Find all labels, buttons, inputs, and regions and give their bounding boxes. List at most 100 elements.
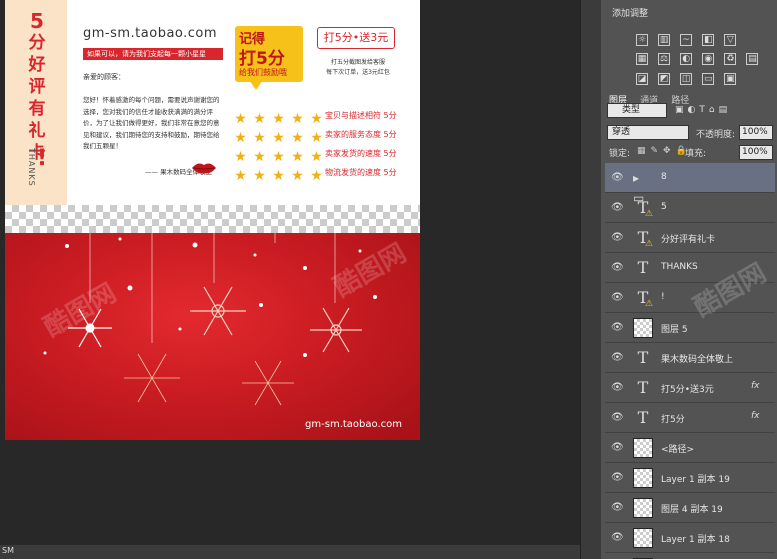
photo-filter-icon[interactable]: ◉ — [702, 53, 715, 65]
layer-row[interactable]: 👁 T 果木数码全体敬上 — [605, 343, 775, 373]
layer-row[interactable]: 👁 图层 5 — [605, 313, 775, 343]
visibility-eye-icon[interactable]: 👁 — [611, 502, 624, 513]
layer-name[interactable]: 打5分•送3元 — [661, 382, 714, 395]
fx-icon[interactable]: fx — [751, 411, 760, 421]
filter-type-select[interactable]: 类型 — [607, 103, 667, 118]
invert-icon[interactable]: ◪ — [636, 73, 648, 85]
visibility-eye-icon[interactable]: 👁 — [611, 442, 624, 453]
layer-name[interactable]: <路径> — [661, 442, 694, 455]
star-icon: ★ — [234, 168, 247, 184]
layer-name[interactable]: 图层 4 副本 19 — [661, 502, 723, 515]
body-text: 您好！怀着感激的每个问题，需要说声谢谢您的选择，您对我们的信任才能收获满满的满分… — [83, 96, 220, 150]
text-layer-icon: T — [637, 258, 649, 277]
visibility-eye-icon[interactable]: 👁 — [611, 292, 624, 303]
adjustments-title: 添加调整 — [612, 9, 649, 19]
gradient-map-icon[interactable]: ▭ — [702, 73, 715, 85]
layer-row[interactable]: 👁 ▸ ▭ 8 — [605, 163, 775, 205]
layer-row[interactable]: 👁 Layer 1 副本 18 — [605, 523, 775, 553]
selective-color-icon[interactable]: ▣ — [724, 73, 737, 85]
fx-icon[interactable]: fx — [751, 381, 760, 391]
filter-icons[interactable]: ▣◐T⌂▤ — [675, 105, 731, 115]
layer-row[interactable]: 👁 <路径> — [605, 433, 775, 463]
star-rating: ★ ★ ★ ★ ★ — [233, 127, 328, 146]
color-balance-icon[interactable]: ⚖ — [658, 53, 671, 65]
document-canvas[interactable]: 5 分 好 评 有 礼 卡 THANKS ! gm-sm.taobao.com … — [5, 0, 420, 440]
layer-name[interactable]: 分好评有礼卡 — [661, 232, 715, 245]
star-icon: ★ — [234, 111, 247, 127]
layer-thumbnail — [633, 318, 653, 338]
visibility-eye-icon[interactable]: 👁 — [611, 202, 624, 213]
greeting: 亲爱的顾客： — [83, 73, 125, 81]
layer-name[interactable]: Layer 1 副本 18 — [661, 532, 730, 545]
layer-name[interactable]: THANKS — [661, 262, 698, 272]
canvas-area[interactable]: 5 分 好 评 有 礼 卡 THANKS ! gm-sm.taobao.com … — [0, 0, 580, 545]
layer-row[interactable]: 👁图层 4 副本 18 — [605, 553, 775, 559]
remember-line2: 打5分 — [239, 49, 285, 69]
star-icon: ★ — [272, 168, 285, 184]
lock-row: 锁定: ▦✎✥🔒 填充: 100% — [609, 145, 777, 160]
layer-row[interactable]: 👁 T ⚠ 5 — [605, 193, 775, 223]
visibility-eye-icon[interactable]: 👁 — [611, 172, 624, 183]
layer-row[interactable]: 👁 T 打5分•送3元 fx — [605, 373, 775, 403]
color-lookup-icon[interactable]: ▤ — [746, 53, 759, 65]
visibility-eye-icon[interactable]: 👁 — [611, 412, 624, 423]
layer-name[interactable]: 8 — [661, 172, 667, 182]
visibility-eye-icon[interactable]: 👁 — [611, 262, 624, 273]
channel-mixer-icon[interactable]: ♻ — [724, 53, 737, 65]
posterize-icon[interactable]: ◩ — [658, 73, 671, 85]
layer-name[interactable]: ! — [661, 292, 665, 302]
layer-name[interactable]: Layer 1 副本 19 — [661, 472, 730, 485]
warning-icon: ⚠ — [645, 239, 654, 249]
text-layer-icon: T — [637, 408, 649, 427]
visibility-eye-icon[interactable]: 👁 — [611, 472, 624, 483]
curves-icon[interactable]: ~ — [680, 34, 693, 46]
layer-row[interactable]: 👁 T ⚠! — [605, 283, 775, 313]
blend-row: 穿透 不透明度: 100% — [607, 125, 775, 141]
visibility-eye-icon[interactable]: 👁 — [611, 322, 624, 333]
layer-name[interactable]: 5 — [661, 202, 667, 212]
star-icon: ★ — [291, 149, 304, 165]
visibility-eye-icon[interactable]: 👁 — [611, 382, 624, 393]
layer-row[interactable]: 👁 T ⚠ 分好评有礼卡 — [605, 223, 775, 253]
vibrance-icon[interactable]: ▽ — [724, 34, 737, 46]
layer-row[interactable]: 👁 图层 4 副本 19 — [605, 493, 775, 523]
layer-name[interactable]: 图层 5 — [661, 322, 688, 335]
black-white-icon[interactable]: ◐ — [680, 53, 693, 65]
rating-row: ★ ★ ★ ★ ★ 物流发货的速度 5分 — [233, 165, 413, 184]
adjustment-icon-row: ▦ ⚖ ◐ ◉ ♻ ▤ — [636, 46, 763, 65]
layer-thumbnail — [633, 528, 653, 548]
lock-icons[interactable]: ▦✎✥🔒 — [637, 146, 692, 156]
star-rating: ★ ★ ★ ★ ★ — [233, 165, 328, 184]
brightness-icon[interactable]: ☼ — [636, 34, 648, 46]
layer-name[interactable]: 果木数码全体敬上 — [661, 352, 733, 365]
star-icon: ★ — [272, 130, 285, 146]
star-icon: ★ — [253, 111, 266, 127]
side-title-digit: 5 — [30, 9, 44, 33]
transparent-area — [5, 205, 420, 233]
layer-row[interactable]: 👁 T THANKS — [605, 253, 775, 283]
levels-icon[interactable]: ▥ — [658, 34, 671, 46]
blend-mode-select[interactable]: 穿透 — [607, 125, 689, 140]
visibility-eye-icon[interactable]: 👁 — [611, 532, 624, 543]
star-icon: ★ — [234, 149, 247, 165]
layer-thumbnail — [633, 438, 653, 458]
hue-saturation-icon[interactable]: ▦ — [636, 53, 648, 65]
fill-input[interactable]: 100% — [739, 145, 773, 160]
side-exclaim: ! — [37, 146, 48, 171]
layer-name[interactable]: 打5分 — [661, 412, 685, 425]
star-icon: ★ — [272, 149, 285, 165]
visibility-eye-icon[interactable]: 👁 — [611, 352, 624, 363]
folder-icon: ▸ ▭ — [633, 171, 645, 205]
layer-thumbnail — [633, 468, 653, 488]
warning-icon: ⚠ — [645, 209, 654, 219]
layer-list[interactable]: 👁 ▸ ▭ 8 👁 T ⚠ 5 👁 T ⚠ 分好评有礼卡 👁 T THANKS 👁 T ⚠! 👁 图层 5 👁 T 果木数… — [605, 163, 775, 559]
promo-subtext-2: 每下次订单，送3元红包 — [326, 69, 390, 76]
layer-row[interactable]: 👁 Layer 1 副本 19 — [605, 463, 775, 493]
star-icon: ★ — [291, 168, 304, 184]
layer-row[interactable]: 👁 T 打5分 fx — [605, 403, 775, 433]
threshold-icon[interactable]: ◫ — [680, 73, 693, 85]
opacity-input[interactable]: 100% — [739, 125, 773, 140]
exposure-icon[interactable]: ◧ — [702, 34, 715, 46]
visibility-eye-icon[interactable]: 👁 — [611, 232, 624, 243]
lock-label: 锁定: — [609, 149, 631, 159]
